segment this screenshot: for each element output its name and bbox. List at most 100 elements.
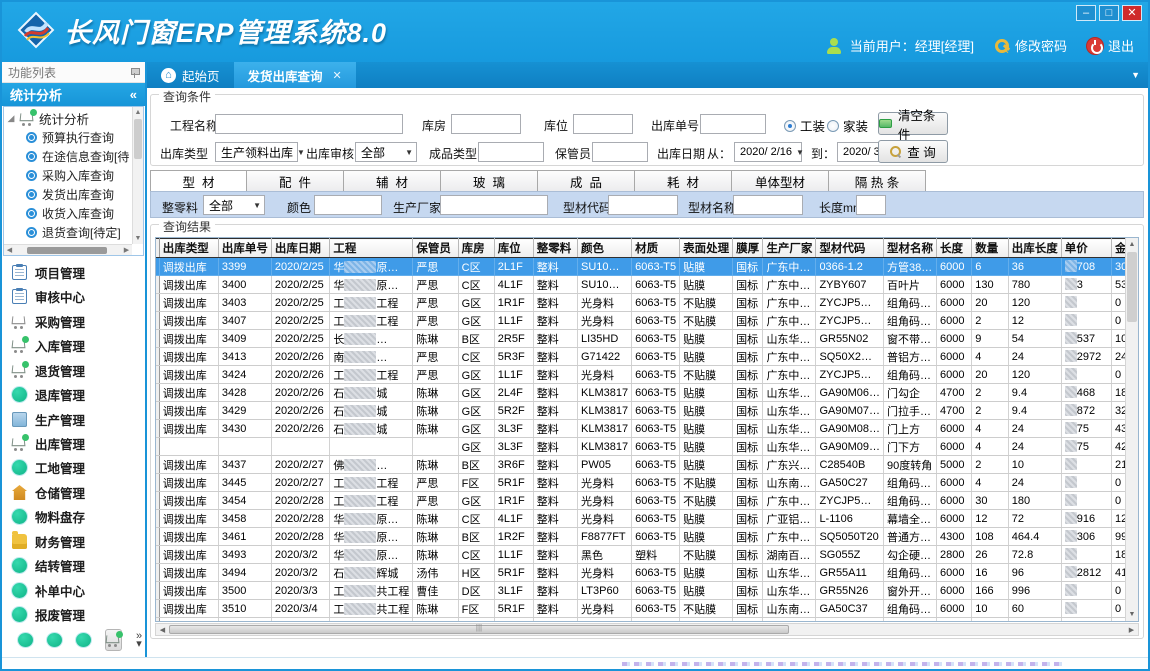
order-no-input[interactable] <box>700 114 766 134</box>
product-type-input[interactable] <box>478 142 544 162</box>
length-input[interactable] <box>856 195 886 215</box>
tree-expander-icon[interactable]: ◢ <box>6 113 16 124</box>
overflow-button[interactable]: »▾ <box>136 632 142 648</box>
clear-conditions-button[interactable]: 清空条件 <box>878 112 948 135</box>
date-from-select[interactable]: 2020/ 2/16▼ <box>734 142 802 162</box>
logout-button[interactable]: 退出 <box>1087 36 1134 55</box>
warehouse-input[interactable] <box>451 114 521 134</box>
tab-list-caret-icon[interactable]: ▼ <box>1131 70 1140 80</box>
tree-item-预算执行查询[interactable]: 预算执行查询 <box>6 128 131 147</box>
grid-vertical-scrollbar[interactable]: ▲ ▼ <box>1125 238 1138 621</box>
tree-item-收货入库查询[interactable]: 收货入库查询 <box>6 204 131 223</box>
table-row[interactable]: 调拨出库34292020/2/26石城陈琳G区5R2F整料KLM38176063… <box>156 402 1138 420</box>
scroll-down-icon[interactable]: ▼ <box>133 233 143 244</box>
change-password-button[interactable]: 修改密码 <box>994 36 1067 55</box>
scroll-up-icon[interactable]: ▲ <box>133 107 143 118</box>
column-header-型材名称[interactable]: 型材名称 <box>883 239 936 258</box>
tree-scroll-thumb[interactable] <box>134 119 142 159</box>
column-header-单价[interactable]: 单价 <box>1061 239 1111 258</box>
location-input[interactable] <box>573 114 633 134</box>
table-row[interactable]: 调拨出库34242020/2/26工工程严思G区1L1F整料光身料6063-T5… <box>156 366 1138 384</box>
scroll-down-icon[interactable]: ▼ <box>1126 608 1138 621</box>
material-tab-隔热条[interactable]: 隔 热 条 <box>829 170 926 192</box>
circle-icon[interactable] <box>76 633 91 647</box>
sidebar-item-退库管理[interactable]: 退库管理 <box>12 382 145 406</box>
table-row[interactable]: 调拨出库33992020/2/25华原…严思C区2L1F整料SU10…6063-… <box>156 258 1138 276</box>
material-tab-单体型材[interactable]: 单体型材 <box>732 170 829 192</box>
sidebar-item-项目管理[interactable]: 项目管理 <box>12 260 145 284</box>
sidebar-section-header[interactable]: 统计分析 « <box>2 83 145 106</box>
sidebar-item-采购管理[interactable]: 采购管理 <box>12 309 145 333</box>
audit-select[interactable]: 全部▼ <box>355 142 417 162</box>
tree-hscroll-thumb[interactable] <box>27 247 107 254</box>
sidebar-item-仓储管理[interactable]: 仓储管理 <box>12 480 145 504</box>
tree-horizontal-scrollbar[interactable]: ◀ ▶ <box>4 244 132 255</box>
tab-发货出库查询[interactable]: 发货出库查询✕ <box>234 62 356 88</box>
table-row[interactable]: 调拨出库34372020/2/27佛…陈琳B区3R6F整料PW056063-T5… <box>156 456 1138 474</box>
material-tab-型材[interactable]: 型 材 <box>150 170 247 192</box>
maximize-button[interactable]: □ <box>1099 5 1119 21</box>
close-button[interactable]: ✕ <box>1122 5 1142 21</box>
column-header-数量[interactable]: 数量 <box>972 239 1009 258</box>
minimize-button[interactable]: – <box>1076 5 1096 21</box>
scroll-left-icon[interactable]: ◀ <box>156 626 169 634</box>
table-row[interactable]: 调拨出库34132020/2/26南…严思C区5R3F整料G714226063-… <box>156 348 1138 366</box>
project-name-input[interactable] <box>215 114 403 134</box>
scroll-right-icon[interactable]: ▶ <box>121 246 132 254</box>
table-row[interactable]: 调拨出库34072020/2/25工工程严思G区1L1F整料光身料6063-T5… <box>156 312 1138 330</box>
tree-item-退货查询[待定][interactable]: 退货查询[待定] <box>6 223 131 242</box>
table-row[interactable]: 调拨出库34092020/2/25长…陈琳B区2R5F整料LI35HD6063-… <box>156 330 1138 348</box>
search-button[interactable]: 查 询 <box>878 140 948 163</box>
column-header-材质[interactable]: 材质 <box>632 239 680 258</box>
sidebar-item-补单中心[interactable]: 补单中心 <box>12 578 145 602</box>
tab-起始页[interactable]: ⌂起始页 <box>147 62 234 88</box>
tree-item-在途信息查询[待[interactable]: 在途信息查询[待 <box>6 147 131 166</box>
grid-hscroll-thumb[interactable] <box>169 625 789 634</box>
sidebar-item-生产管理[interactable]: 生产管理 <box>12 407 145 431</box>
sidebar-item-审核中心[interactable]: 审核中心 <box>12 284 145 308</box>
table-row[interactable]: 调拨出库34612020/2/28华原…陈琳B区1R2F整料F8877FT606… <box>156 528 1138 546</box>
profile-name-input[interactable] <box>733 195 803 215</box>
sidebar-item-报废管理[interactable]: 报废管理 <box>12 603 145 627</box>
color-input[interactable] <box>314 195 382 215</box>
column-header-出库单号[interactable]: 出库单号 <box>218 239 271 258</box>
tree-item-采购入库查询[interactable]: 采购入库查询 <box>6 166 131 185</box>
column-header-库位[interactable]: 库位 <box>494 239 533 258</box>
tree-item-发货出库查询[interactable]: 发货出库查询 <box>6 185 131 204</box>
table-row[interactable]: 调拨出库34452020/2/27工工程严思F区5R1F整料光身料6063-T5… <box>156 474 1138 492</box>
table-row[interactable]: 调拨出库34302020/2/26石城陈琳G区3L3F整料KLM38176063… <box>156 420 1138 438</box>
tree-root-statistics[interactable]: ◢统计分析 <box>6 109 131 128</box>
tree-vertical-scrollbar[interactable]: ▲ ▼ <box>132 107 143 244</box>
whole-part-select[interactable]: 全部▼ <box>203 195 265 215</box>
sidebar-item-物料盘存[interactable]: 物料盘存 <box>12 505 145 529</box>
sidebar-item-结转管理[interactable]: 结转管理 <box>12 554 145 578</box>
cart-toolbar-button[interactable] <box>105 629 122 651</box>
pin-icon[interactable] <box>130 67 139 78</box>
scroll-right-icon[interactable]: ▶ <box>1125 626 1138 634</box>
table-row[interactable]: 调拨出库34032020/2/25工工程严思G区1R1F整料光身料6063-T5… <box>156 294 1138 312</box>
circle-icon[interactable] <box>18 633 33 647</box>
manufacturer-input[interactable] <box>440 195 548 215</box>
column-header-型材代码[interactable]: 型材代码 <box>816 239 884 258</box>
column-header-表面处理[interactable]: 表面处理 <box>680 239 733 258</box>
grid-horizontal-scrollbar[interactable]: ◀ ▶ <box>155 623 1139 636</box>
material-tab-配件[interactable]: 配 件 <box>247 170 344 192</box>
close-tab-icon[interactable]: ✕ <box>333 69 342 82</box>
column-header-保管员[interactable]: 保管员 <box>413 239 458 258</box>
sidebar-item-出库管理[interactable]: 出库管理 <box>12 431 145 455</box>
table-row[interactable]: 调拨出库35102020/3/4工共工程陈琳F区5R1F整料光身料6063-T5… <box>156 600 1138 618</box>
table-row[interactable]: 调拨出库35002020/3/3工共工程曹佳D区3L1F整料LT3P606063… <box>156 582 1138 600</box>
material-tab-耗材[interactable]: 耗 材 <box>635 170 732 192</box>
radio-home[interactable]: 家装 <box>827 116 868 135</box>
scroll-up-icon[interactable]: ▲ <box>1126 238 1138 251</box>
column-header-长度[interactable]: 长度 <box>936 239 971 258</box>
scroll-left-icon[interactable]: ◀ <box>4 246 15 254</box>
column-header-生产厂家[interactable]: 生产厂家 <box>763 239 816 258</box>
table-row[interactable]: 调拨出库34942020/3/2石辉城汤伟H区5R1F整料光身料6063-T5贴… <box>156 564 1138 582</box>
material-tab-玻璃[interactable]: 玻 璃 <box>441 170 538 192</box>
sidebar-item-财务管理[interactable]: 财务管理 <box>12 529 145 553</box>
column-header-出库长度[interactable]: 出库长度 <box>1008 239 1061 258</box>
table-row[interactable]: 调拨出库34002020/2/25华原…严思C区4L1F整料SU10…6063-… <box>156 276 1138 294</box>
sidebar-item-工地管理[interactable]: 工地管理 <box>12 456 145 480</box>
table-row[interactable]: G区3L3F整料KLM38176063-T5贴膜国标山东华…GA90M09…门下… <box>156 438 1138 456</box>
